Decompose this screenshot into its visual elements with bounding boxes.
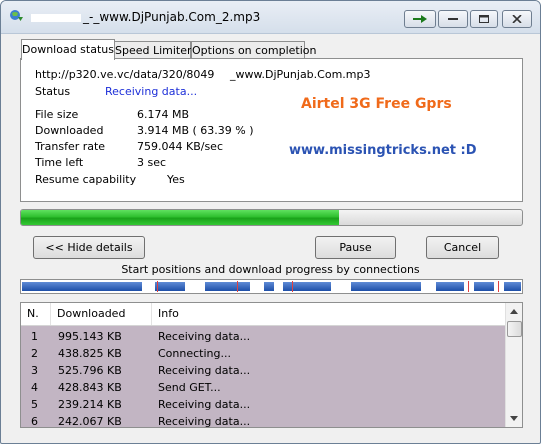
- table-row[interactable]: 6 242.067 KB Receiving data...: [21, 413, 506, 428]
- minimize-icon: [448, 18, 458, 20]
- connection-start-marker: [157, 281, 158, 292]
- connection-segment: [264, 282, 274, 291]
- row-downloaded: 995.143 KB: [58, 330, 122, 343]
- row-number: 4: [31, 381, 38, 394]
- row-info: Receiving data...: [158, 364, 251, 377]
- close-button[interactable]: [502, 10, 532, 28]
- download-status-panel: http://p320.ve.vc/data/320/8049 _www.DjP…: [20, 58, 523, 202]
- row-downloaded: 525.796 KB: [58, 364, 122, 377]
- resume-capability-label: Resume capability: [35, 173, 137, 186]
- download-progress-fill: [21, 210, 339, 225]
- url-left: http://p320.ve.vc/data/320/8049: [35, 68, 215, 81]
- status-value: Receiving data...: [105, 85, 198, 98]
- column-header-info[interactable]: Info: [152, 303, 506, 325]
- status-label: Status: [35, 85, 71, 98]
- scroll-down-arrow-icon[interactable]: [507, 411, 521, 425]
- column-header-downloaded[interactable]: Downloaded: [51, 303, 152, 325]
- time-left-label: Time left: [35, 156, 84, 169]
- row-number: 2: [31, 347, 38, 360]
- connections-progress-bar: [20, 279, 523, 294]
- promo-text-website: www.missingtricks.net :D: [289, 143, 477, 158]
- transfer-rate-value: 759.044 KB/sec: [137, 140, 223, 153]
- row-downloaded: 242.067 KB: [58, 415, 122, 428]
- connection-segment: [155, 282, 185, 291]
- connection-segment: [504, 282, 521, 291]
- cancel-button[interactable]: Cancel: [426, 236, 499, 259]
- connection-segment: [351, 282, 421, 291]
- row-info: Send GET...: [158, 381, 221, 394]
- connection-segment: [436, 282, 464, 291]
- downloaded-label: Downloaded: [35, 124, 104, 137]
- row-number: 1: [31, 330, 38, 343]
- promo-text-airtel: Airtel 3G Free Gprs: [301, 96, 452, 112]
- table-row[interactable]: 3 525.796 KB Receiving data...: [21, 362, 506, 379]
- url-right: _www.DjPunjab.Com.mp3: [230, 68, 371, 81]
- column-header-number[interactable]: N.: [21, 303, 51, 325]
- row-info: Receiving data...: [158, 415, 251, 428]
- table-row[interactable]: 2 438.825 KB Connecting...: [21, 345, 506, 362]
- redacted-title-area: [31, 14, 81, 22]
- pause-button[interactable]: Pause: [315, 236, 396, 259]
- minimize-to-tray-button[interactable]: [404, 10, 436, 28]
- file-size-label: File size: [35, 108, 79, 121]
- table-vertical-scrollbar[interactable]: [505, 303, 522, 427]
- row-number: 5: [31, 398, 38, 411]
- table-row[interactable]: 1 995.143 KB Receiving data...: [21, 328, 506, 345]
- download-window: _-_www.DjPunjab.Com_2.mp3 Download statu…: [0, 0, 541, 444]
- connection-start-marker: [498, 281, 499, 292]
- hide-details-button[interactable]: << Hide details: [33, 236, 145, 259]
- tab-speed-limiter[interactable]: Speed Limiter: [114, 41, 192, 59]
- row-downloaded: 239.214 KB: [58, 398, 122, 411]
- row-number: 3: [31, 364, 38, 377]
- minimize-button[interactable]: [438, 10, 468, 28]
- connection-segment: [205, 282, 250, 291]
- download-progress-bar: [20, 209, 523, 226]
- maximize-icon: [479, 15, 489, 23]
- connection-start-marker: [237, 281, 238, 292]
- scrollbar-thumb[interactable]: [507, 321, 522, 337]
- window-title: _-_www.DjPunjab.Com_2.mp3: [83, 10, 261, 24]
- connection-segment: [22, 282, 142, 291]
- tab-download-status[interactable]: Download status: [21, 39, 115, 60]
- maximize-button[interactable]: [470, 10, 498, 28]
- connections-table-header: N. Downloaded Info: [21, 303, 506, 326]
- connections-table: N. Downloaded Info 1 995.143 KB Receivin…: [20, 302, 523, 428]
- row-info: Receiving data...: [158, 330, 251, 343]
- table-row[interactable]: 4 428.843 KB Send GET...: [21, 379, 506, 396]
- connection-segment: [474, 282, 494, 291]
- row-info: Receiving data...: [158, 398, 251, 411]
- table-row[interactable]: 5 239.214 KB Receiving data...: [21, 396, 506, 413]
- resume-capability-value: Yes: [167, 173, 185, 186]
- downloaded-value: 3.914 MB ( 63.39 % ): [137, 124, 254, 137]
- connection-start-marker: [468, 281, 469, 292]
- scroll-up-arrow-icon[interactable]: [507, 305, 521, 319]
- time-left-value: 3 sec: [137, 156, 167, 169]
- connection-segment: [283, 282, 331, 291]
- tab-options-on-completion[interactable]: Options on completion: [191, 41, 317, 59]
- arrow-right-icon: [413, 15, 427, 23]
- transfer-rate-label: Transfer rate: [35, 140, 106, 153]
- close-icon: [512, 15, 522, 23]
- globe-download-icon: [10, 10, 23, 21]
- connection-start-marker: [292, 281, 293, 292]
- row-number: 6: [31, 415, 38, 428]
- row-downloaded: 428.843 KB: [58, 381, 122, 394]
- title-bar[interactable]: _-_www.DjPunjab.Com_2.mp3: [1, 1, 540, 34]
- row-info: Connecting...: [158, 347, 231, 360]
- file-size-value: 6.174 MB: [137, 108, 190, 121]
- connections-caption: Start positions and download progress by…: [121, 263, 420, 276]
- row-downloaded: 438.825 KB: [58, 347, 122, 360]
